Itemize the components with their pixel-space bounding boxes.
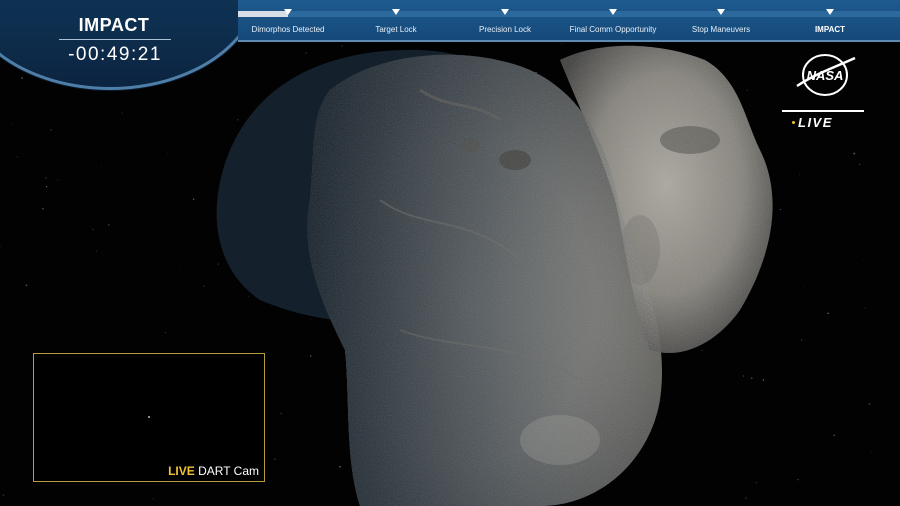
timeline-milestone: Target Lock (346, 9, 446, 37)
nasa-logo: NASA (796, 54, 856, 96)
countdown-title: IMPACT (78, 15, 150, 35)
dart-cam-live-label: LIVE (168, 464, 195, 478)
nasa-logo-text: NASA (807, 68, 844, 83)
broadcast-frame: IMPACT -00:49:21 Dimorphos Detected Targe… (0, 0, 900, 506)
timeline-milestone: IMPACT (780, 9, 880, 37)
milestone-label: Target Lock (375, 25, 417, 34)
milestone-marker-icon (826, 9, 834, 15)
live-divider (782, 110, 864, 112)
live-badge: LIVE (792, 114, 833, 130)
milestone-marker-icon (392, 9, 400, 15)
milestone-marker-icon (609, 9, 617, 15)
dart-cam-caption: LIVE DART Cam (168, 464, 259, 478)
milestone-label: IMPACT (814, 25, 846, 34)
countdown-divider (59, 39, 171, 40)
timeline-milestone: Precision Lock (455, 9, 555, 37)
dart-cam-inset: LIVE DART Cam (33, 353, 265, 482)
milestone-marker-icon (501, 9, 509, 15)
milestone-label: Precision Lock (478, 25, 532, 34)
milestone-marker-icon (284, 9, 292, 15)
timeline-milestone: Stop Maneuvers (671, 9, 771, 37)
countdown-timer: -00:49:21 (68, 44, 162, 65)
milestone-label: Final Comm Opportunity (569, 25, 657, 34)
live-dot-icon (792, 120, 795, 124)
mission-timeline: Dimorphos Detected Target Lock Precision L… (238, 0, 900, 42)
timeline-milestone: Final Comm Opportunity (563, 9, 663, 37)
live-label: LIVE (798, 114, 833, 130)
timeline-milestone: Dimorphos Detected (238, 9, 338, 37)
milestone-label: Dimorphos Detected (251, 25, 325, 34)
dart-cam-target-dot (148, 416, 150, 418)
dart-cam-name: DART Cam (198, 464, 259, 478)
milestone-marker-icon (717, 9, 725, 15)
countdown-badge: IMPACT -00:49:21 (0, 0, 260, 90)
milestone-label: Stop Maneuvers (691, 25, 751, 34)
